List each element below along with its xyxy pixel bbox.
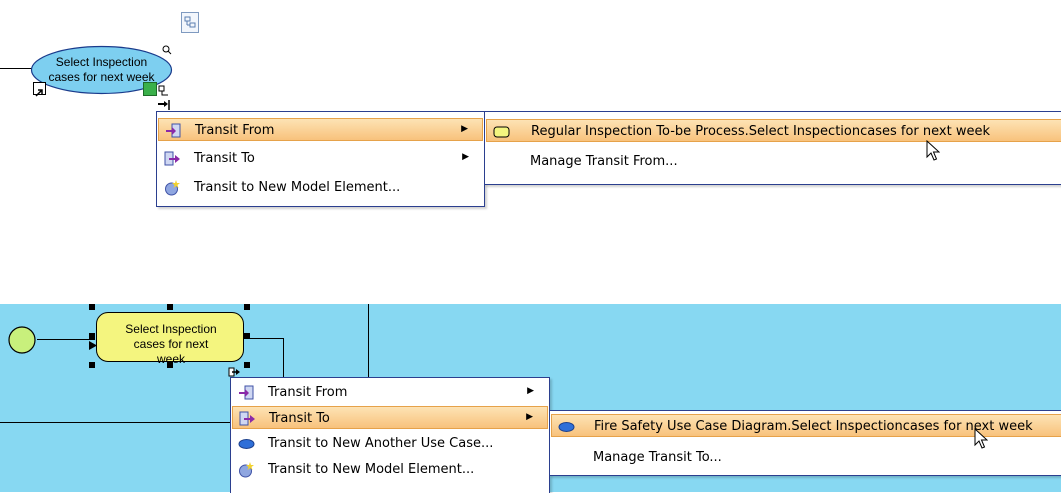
submenu-item-label: Regular Inspection To-be Process.Select …	[531, 124, 990, 139]
lane-divider-horizontal	[0, 422, 236, 423]
use-case-icon	[558, 418, 575, 435]
selection-handle[interactable]	[167, 304, 173, 310]
mouse-cursor-icon	[926, 139, 941, 162]
menu-item-label: Transit to New Model Element...	[194, 180, 401, 195]
menu-item-label: Transit to New Another Use Case...	[268, 436, 494, 451]
transit-to-icon	[239, 410, 256, 427]
menu-item-label: Transit to New Model Element...	[268, 462, 475, 477]
submenu-arrow-icon: ▶	[527, 386, 534, 396]
menu-item-transit-new-use-case[interactable]: Transit to New Another Use Case...	[232, 432, 548, 455]
submenu-arrow-icon: ▶	[526, 412, 533, 422]
use-case-label: Select Inspection cases for next week	[48, 55, 155, 84]
submenu-item-manage-transit-from[interactable]: Manage Transit From...	[486, 150, 1061, 173]
selection-handle[interactable]	[89, 333, 95, 339]
resource-icon[interactable]	[143, 82, 157, 96]
submenu-item-label: Manage Transit From...	[530, 154, 678, 169]
mouse-cursor-icon	[974, 427, 989, 450]
start-event-node[interactable]	[7, 325, 37, 355]
submenu-item-label: Fire Safety Use Case Diagram.Select Insp…	[594, 419, 1033, 434]
use-case-icon	[238, 435, 255, 452]
transit-from-icon	[238, 384, 255, 401]
menu-item-transit-new-model-element[interactable]: Transit to New Model Element...	[232, 458, 548, 481]
transitor-icon[interactable]	[158, 82, 170, 96]
sub-diagram-icon[interactable]	[33, 82, 46, 97]
menu-item-transit-new-model-element[interactable]: Transit to New Model Element...	[158, 176, 483, 199]
submenu-item-label: Manage Transit To...	[593, 450, 722, 465]
menu-item-transit-from[interactable]: Transit From ▶	[232, 381, 548, 404]
lane-divider	[368, 304, 369, 384]
selection-handle[interactable]	[167, 362, 173, 368]
new-model-element-icon	[238, 461, 255, 478]
new-model-element-icon	[164, 179, 181, 196]
selection-handle[interactable]	[89, 362, 95, 368]
diagram-overview-icon[interactable]	[181, 12, 199, 33]
selection-handle[interactable]	[244, 333, 250, 339]
connector-line	[0, 68, 32, 69]
submenu-arrow-icon: ▶	[461, 124, 468, 134]
outgoing-flow	[244, 338, 284, 339]
rounded-rect-icon	[493, 123, 510, 140]
menu-item-label: Transit From	[195, 123, 275, 138]
top-diagram: Select Inspection cases for next week Tr…	[0, 0, 1061, 230]
submenu: Regular Inspection To-be Process.Select …	[484, 111, 1061, 185]
menu-item-label: Transit From	[268, 385, 348, 400]
bottom-diagram: Select Inspection cases for next week Tr…	[0, 304, 1061, 493]
transitor-arrow-icon[interactable]	[228, 364, 242, 377]
outgoing-flow-vertical	[283, 338, 284, 378]
task-label: Select Inspection cases for next week	[125, 322, 217, 366]
context-menu: Transit From ▶ Transit To ▶ Transit to N…	[230, 377, 550, 493]
menu-item-label: Transit To	[194, 151, 255, 166]
menu-item-label: Transit To	[269, 411, 330, 426]
task-node[interactable]: Select Inspection cases for next week	[96, 312, 244, 366]
menu-item-transit-from[interactable]: Transit From ▶	[158, 118, 483, 141]
selection-handle[interactable]	[244, 304, 250, 310]
sequence-flow	[37, 339, 95, 340]
menu-item-transit-to[interactable]: Transit To ▶	[232, 406, 548, 429]
menu-item-transit-to[interactable]: Transit To ▶	[158, 147, 483, 170]
transit-from-icon	[165, 122, 182, 139]
selection-handle[interactable]	[89, 304, 95, 310]
submenu-item-regular-inspection[interactable]: Regular Inspection To-be Process.Select …	[486, 119, 1061, 142]
transit-to-icon	[164, 150, 181, 167]
transitor-arrow-icon[interactable]	[157, 97, 171, 110]
selection-handle[interactable]	[244, 362, 250, 368]
context-menu: Transit From ▶ Transit To ▶ Transit to N…	[156, 111, 485, 207]
submenu-arrow-icon: ▶	[462, 152, 469, 162]
